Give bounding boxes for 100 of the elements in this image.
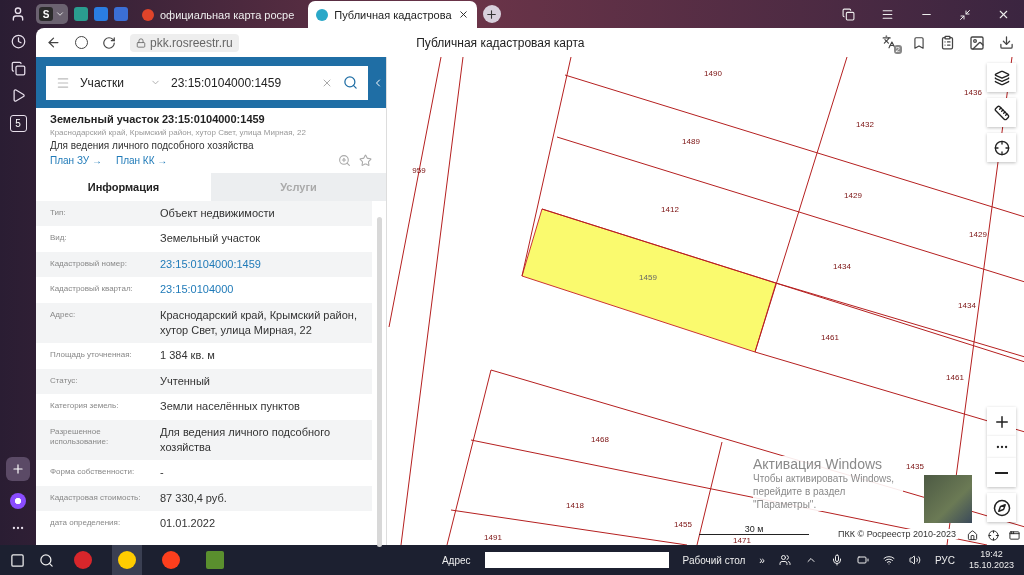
add-panel-button[interactable] (6, 457, 30, 481)
field-value: Объект недвижимости (160, 206, 276, 221)
field-value: Для ведения личного подсобного хозяйства (160, 424, 332, 455)
scale-bar: 30 м (699, 524, 809, 535)
menu-icon (56, 75, 70, 90)
field-label: Статус: (50, 374, 79, 387)
parcel-number[interactable]: 1434 (958, 301, 976, 310)
field-value: 1 384 кв. м (160, 348, 216, 364)
address-label: Адрес (441, 554, 471, 566)
volume-icon[interactable] (908, 554, 921, 566)
people-icon[interactable] (778, 554, 791, 566)
scrollbar[interactable] (377, 217, 382, 547)
field-value: - (160, 465, 165, 481)
search-icon[interactable] (39, 552, 54, 568)
minus-icon (995, 471, 1008, 474)
reload-icon[interactable] (102, 35, 116, 50)
close-icon (457, 9, 469, 20)
image-icon[interactable] (969, 34, 985, 51)
page-title: Публичная кадастровая карта (415, 35, 586, 50)
field-label: Тип: (50, 207, 67, 219)
highlighted-parcel[interactable] (521, 208, 777, 353)
parcel-number[interactable]: 1412 (661, 205, 679, 214)
field-label: Адрес: (50, 308, 77, 320)
parcel-number[interactable]: 1490 (704, 69, 722, 78)
layers-button[interactable] (987, 63, 1016, 92)
parcel-number[interactable]: 1461 (821, 333, 839, 342)
layers-icon (993, 69, 1010, 86)
window-icon[interactable] (1009, 530, 1020, 541)
parcel-number[interactable]: 1459 (639, 273, 657, 282)
history-icon[interactable] (10, 34, 26, 49)
back-icon[interactable] (46, 35, 61, 50)
home-icon[interactable] (967, 530, 978, 541)
field-label: дата определения: (50, 517, 122, 529)
tabs-icon[interactable] (842, 8, 855, 21)
parcel-number[interactable]: 1435 (906, 462, 924, 471)
play-icon[interactable] (10, 88, 26, 103)
compass-button[interactable] (987, 493, 1016, 522)
parcel-number[interactable]: 1491 (484, 533, 502, 542)
field-link[interactable]: 23:15:0104000:1459 (160, 256, 372, 273)
field-label: Категория земель: (50, 400, 120, 412)
profile-icon[interactable] (10, 6, 26, 22)
star-icon[interactable] (359, 154, 372, 167)
plan-link[interactable]: План ЗУ → (50, 155, 102, 166)
download-icon[interactable] (999, 35, 1014, 50)
field-label: Площадь уточненная: (50, 349, 133, 361)
parcel-number[interactable]: 1489 (682, 137, 700, 146)
language-indicator[interactable]: РУС (934, 554, 955, 566)
browser-tab[interactable]: Публичная кадастрова (308, 1, 477, 28)
field-value: Земельный участок (160, 231, 262, 247)
plan-link[interactable]: План КК → (115, 155, 168, 166)
parcel-purpose: Для ведения личного подсобного хозяйства (50, 140, 255, 151)
taskbar-app[interactable] (112, 545, 142, 575)
field-label: Кадастровый номер: (50, 257, 128, 270)
parcel-number[interactable]: 1455 (674, 520, 692, 529)
parcel-number[interactable]: 1471 (733, 536, 751, 545)
field-value: Учтенный (160, 373, 211, 389)
desktop-label[interactable]: Рабочий стол (682, 554, 746, 566)
parcel-number[interactable]: 1468 (591, 435, 609, 444)
field-link[interactable]: 23:15:0104000 (160, 282, 372, 298)
block-icon (206, 551, 224, 569)
assistant-icon[interactable] (10, 493, 26, 509)
field-label: Разрешенное использование: (50, 425, 110, 448)
compass-icon (992, 498, 1011, 517)
locate-button[interactable] (987, 133, 1016, 162)
parcel-number[interactable]: 1429 (844, 191, 862, 200)
parcel-number[interactable]: 959 (412, 166, 426, 175)
address-field[interactable] (484, 552, 669, 568)
plus-icon (11, 462, 25, 476)
clock-time[interactable]: 19:42 (980, 549, 1003, 560)
close-icon[interactable] (997, 8, 1010, 21)
menu-icon[interactable] (881, 8, 894, 21)
ruler-icon (993, 104, 1010, 121)
search-field[interactable]: Участки 23:15:0104000:1459 (46, 65, 368, 100)
crosshair-icon[interactable] (988, 530, 999, 541)
parcel-number[interactable]: 1432 (856, 120, 874, 129)
new-tab-button[interactable] (482, 5, 501, 23)
parcel-number[interactable]: 1436 (964, 88, 982, 97)
parcel-number[interactable]: 1434 (833, 262, 851, 271)
collections-icon[interactable] (10, 61, 26, 76)
parcel-number[interactable]: 1429 (969, 230, 987, 239)
microphone-icon[interactable] (830, 554, 843, 566)
url-field[interactable]: pkk.rosreestr.ru (130, 33, 239, 52)
parcel-number[interactable]: 1461 (946, 373, 964, 382)
clock-date[interactable]: 15.10.2023 (968, 560, 1014, 571)
windows-logo-icon[interactable] (10, 552, 25, 568)
rail-badge[interactable]: 5 (9, 115, 27, 132)
ruler-button[interactable] (987, 98, 1016, 127)
browser-tab[interactable]: официальная карта росре (134, 1, 303, 28)
parcel-address: Краснодарский край, Крымский район, хутор Свет, улица Мирная, 22 (50, 128, 307, 137)
zoom-out-button[interactable] (987, 458, 1016, 487)
zoom-in-button[interactable] (987, 407, 1016, 436)
wifi-icon[interactable] (882, 554, 895, 566)
minimap-thumbnail[interactable] (924, 475, 972, 523)
clipboard-icon[interactable] (940, 35, 955, 50)
circle-icon (74, 551, 92, 569)
field-label: Кадастровый квартал: (50, 283, 134, 295)
tab-group-button[interactable]: S (36, 4, 68, 24)
more-toolbars[interactable]: » (759, 554, 765, 566)
parcel-number[interactable]: 1418 (566, 501, 584, 510)
bookmark-icon[interactable] (912, 35, 926, 50)
